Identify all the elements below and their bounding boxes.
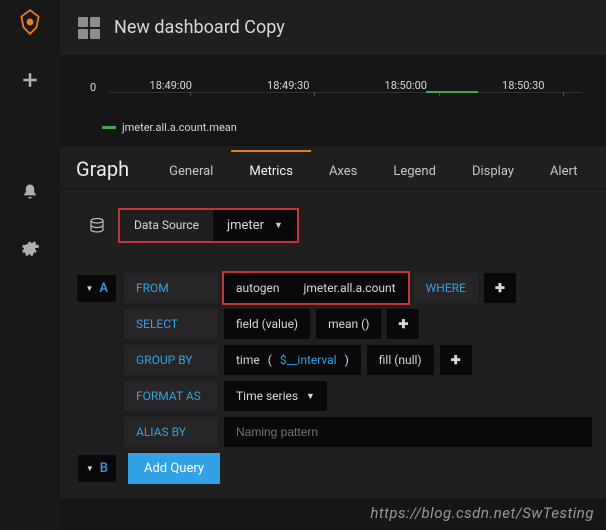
tab-display[interactable]: Display [454,152,532,189]
format-label: FORMAT AS [124,381,218,411]
x-tick: 18:49:00 [141,79,201,92]
query-a: ▼ A FROM autogen jmeter.all.a.count WHER… [80,273,592,484]
chart-highlight [426,91,478,93]
query-letter: A [99,281,108,296]
groupby-time[interactable]: time ($__interval) [224,345,361,375]
query-b-toggle[interactable]: ▼ B [78,455,116,482]
editor-tabs: Graph General Metrics Axes Legend Displa… [60,146,606,190]
database-icon [80,209,114,243]
x-tick-mark [314,92,315,96]
where-add-button[interactable]: ✚ [484,273,516,303]
panel-chart-preview: 0 18:49:00 18:49:30 18:50:00 18:50:30 jm… [60,55,606,144]
groupby-label: GROUP BY [124,345,218,375]
panel-editor: Graph General Metrics Axes Legend Displa… [60,146,606,498]
datasource-row: Data Source jmeter ▼ [80,208,592,243]
tab-general[interactable]: General [151,152,231,189]
x-tick-mark [190,92,191,96]
x-axis-ticks: 18:49:00 18:49:30 18:50:00 18:50:30 [84,79,582,92]
query-letter: B [100,461,108,476]
main: 0 18:49:00 18:49:30 18:50:00 18:50:30 jm… [60,55,606,530]
select-add-button[interactable]: ✚ [387,309,419,339]
legend-swatch [102,126,116,129]
format-select[interactable]: Time series ▼ [224,381,327,411]
x-tick: 18:49:30 [258,79,318,92]
topbar: New dashboard Copy [60,0,606,55]
from-policy[interactable]: autogen [224,273,292,303]
groupby-fill[interactable]: fill (null) [367,345,434,375]
caret-down-icon: ▼ [85,284,93,293]
x-tick-mark [563,92,564,96]
from-measurement[interactable]: jmeter.all.a.count [292,273,408,303]
query-a-toggle[interactable]: ▼ A [77,275,116,302]
tab-legend[interactable]: Legend [375,152,454,189]
select-label: SELECT [124,309,218,339]
grafana-logo-icon[interactable] [17,8,43,40]
select-field[interactable]: field (value) [224,309,310,339]
datasource-select[interactable]: jmeter ▼ [213,210,297,241]
datasource-label: Data Source [120,210,213,241]
panel-type-title: Graph [72,157,151,189]
alias-label: ALIAS BY [124,417,218,447]
alias-input[interactable] [224,417,592,447]
chart-baseline [108,92,582,93]
tab-alert[interactable]: Alert [532,152,596,189]
select-agg[interactable]: mean () [316,309,381,339]
from-label: FROM [124,273,218,303]
format-value: Time series [236,389,298,403]
dashboard-grid-icon[interactable] [78,17,100,39]
dashboard-title[interactable]: New dashboard Copy [114,17,285,38]
plus-icon[interactable] [10,60,50,100]
groupby-add-button[interactable]: ✚ [440,345,472,375]
datasource-value: jmeter [227,218,264,233]
x-tick: 18:50:30 [493,79,553,92]
where-label[interactable]: WHERE [414,273,478,303]
tab-axes[interactable]: Axes [311,152,375,189]
add-query-button[interactable]: Add Query [128,453,220,484]
caret-down-icon: ▼ [306,391,315,402]
gear-icon[interactable] [10,228,50,268]
caret-down-icon: ▼ [86,464,94,473]
legend-series-name[interactable]: jmeter.all.a.count.mean [122,121,237,134]
dashboards-icon[interactable] [10,116,50,156]
caret-down-icon: ▼ [274,220,283,231]
bell-icon[interactable] [10,172,50,212]
sidebar [0,0,60,530]
tab-metrics[interactable]: Metrics [231,150,311,189]
y-axis-tick: 0 [90,81,96,94]
chart-legend: jmeter.all.a.count.mean [84,115,582,144]
